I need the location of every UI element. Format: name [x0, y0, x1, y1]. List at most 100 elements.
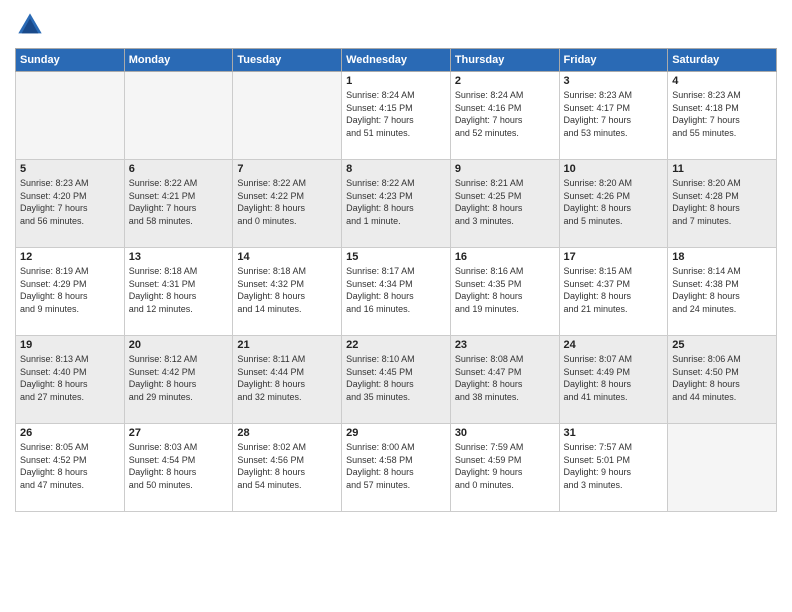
day-number: 27: [129, 427, 229, 439]
page-header: [15, 10, 777, 40]
day-info: Sunrise: 7:57 AM Sunset: 5:01 PM Dayligh…: [564, 441, 664, 491]
day-number: 16: [455, 251, 555, 263]
calendar-header-row: SundayMondayTuesdayWednesdayThursdayFrid…: [16, 49, 777, 72]
calendar-cell: 10 Sunrise: 8:20 AM Sunset: 4:26 PM Dayli…: [559, 160, 668, 248]
calendar-cell: 12 Sunrise: 8:19 AM Sunset: 4:29 PM Dayli…: [16, 248, 125, 336]
day-info: Sunrise: 8:20 AM Sunset: 4:26 PM Dayligh…: [564, 177, 664, 227]
page-container: SundayMondayTuesdayWednesdayThursdayFrid…: [0, 0, 792, 612]
day-number: 12: [20, 251, 120, 263]
day-number: 17: [564, 251, 664, 263]
weekday-header: Saturday: [668, 49, 777, 72]
day-info: Sunrise: 8:18 AM Sunset: 4:31 PM Dayligh…: [129, 265, 229, 315]
calendar-cell: 24Sunrise: 8:07 AM Sunset: 4:49 PM Dayli…: [559, 336, 668, 424]
day-info: Sunrise: 8:03 AM Sunset: 4:54 PM Dayligh…: [129, 441, 229, 491]
calendar-cell: 27 Sunrise: 8:03 AM Sunset: 4:54 PM Dayli…: [124, 424, 233, 512]
calendar-cell: 17 Sunrise: 8:15 AM Sunset: 4:37 PM Dayli…: [559, 248, 668, 336]
calendar-cell: 3 Sunrise: 8:23 AM Sunset: 4:17 PM Daylig…: [559, 72, 668, 160]
day-info: Sunrise: 8:23 AM Sunset: 4:20 PM Dayligh…: [20, 177, 120, 227]
day-number: 18: [672, 251, 772, 263]
calendar-cell: 9 Sunrise: 8:21 AM Sunset: 4:25 PM Daylig…: [450, 160, 559, 248]
day-info: Sunrise: 8:22 AM Sunset: 4:22 PM Dayligh…: [237, 177, 337, 227]
day-number: 25: [672, 339, 772, 351]
calendar-cell: 21 Sunrise: 8:11 AM Sunset: 4:44 PM Dayli…: [233, 336, 342, 424]
calendar-cell: 20Sunrise: 8:12 AM Sunset: 4:42 PM Dayli…: [124, 336, 233, 424]
day-number: 31: [564, 427, 664, 439]
day-number: 30: [455, 427, 555, 439]
calendar-week-row: 5 Sunrise: 8:23 AM Sunset: 4:20 PM Daylig…: [16, 160, 777, 248]
day-info: Sunrise: 8:17 AM Sunset: 4:34 PM Dayligh…: [346, 265, 446, 315]
calendar-cell: 22 Sunrise: 8:10 AM Sunset: 4:45 PM Dayli…: [342, 336, 451, 424]
weekday-header: Sunday: [16, 49, 125, 72]
calendar-cell: 6 Sunrise: 8:22 AM Sunset: 4:21 PM Daylig…: [124, 160, 233, 248]
day-info: Sunrise: 8:19 AM Sunset: 4:29 PM Dayligh…: [20, 265, 120, 315]
calendar-cell: 31 Sunrise: 7:57 AM Sunset: 5:01 PM Dayli…: [559, 424, 668, 512]
weekday-header: Friday: [559, 49, 668, 72]
day-number: 22: [346, 339, 446, 351]
day-info: Sunrise: 8:21 AM Sunset: 4:25 PM Dayligh…: [455, 177, 555, 227]
calendar-week-row: 19 Sunrise: 8:13 AM Sunset: 4:40 PM Dayli…: [16, 336, 777, 424]
day-number: 24: [564, 339, 664, 351]
calendar-week-row: 1 Sunrise: 8:24 AM Sunset: 4:15 PM Daylig…: [16, 72, 777, 160]
calendar-table: SundayMondayTuesdayWednesdayThursdayFrid…: [15, 48, 777, 512]
day-info: Sunrise: 8:24 AM Sunset: 4:15 PM Dayligh…: [346, 89, 446, 139]
calendar-cell: 25 Sunrise: 8:06 AM Sunset: 4:50 PM Dayli…: [668, 336, 777, 424]
day-info: Sunrise: 8:10 AM Sunset: 4:45 PM Dayligh…: [346, 353, 446, 403]
day-number: 10: [564, 163, 664, 175]
day-info: Sunrise: 8:16 AM Sunset: 4:35 PM Dayligh…: [455, 265, 555, 315]
day-info: Sunrise: 8:22 AM Sunset: 4:21 PM Dayligh…: [129, 177, 229, 227]
calendar-cell: 19 Sunrise: 8:13 AM Sunset: 4:40 PM Dayli…: [16, 336, 125, 424]
day-number: 23: [455, 339, 555, 351]
day-number: 4: [672, 75, 772, 87]
day-info: Sunrise: 8:24 AM Sunset: 4:16 PM Dayligh…: [455, 89, 555, 139]
calendar-cell: [233, 72, 342, 160]
calendar-cell: 14Sunrise: 8:18 AM Sunset: 4:32 PM Dayli…: [233, 248, 342, 336]
day-info: Sunrise: 8:12 AM Sunset: 4:42 PM Dayligh…: [129, 353, 229, 403]
calendar-cell: 26 Sunrise: 8:05 AM Sunset: 4:52 PM Dayli…: [16, 424, 125, 512]
calendar-cell: 18 Sunrise: 8:14 AM Sunset: 4:38 PM Dayli…: [668, 248, 777, 336]
day-number: 7: [237, 163, 337, 175]
calendar-cell: 16 Sunrise: 8:16 AM Sunset: 4:35 PM Dayli…: [450, 248, 559, 336]
day-number: 26: [20, 427, 120, 439]
calendar-cell: 28Sunrise: 8:02 AM Sunset: 4:56 PM Dayli…: [233, 424, 342, 512]
day-number: 9: [455, 163, 555, 175]
day-number: 5: [20, 163, 120, 175]
weekday-header: Thursday: [450, 49, 559, 72]
weekday-header: Tuesday: [233, 49, 342, 72]
day-number: 28: [237, 427, 337, 439]
day-number: 19: [20, 339, 120, 351]
day-number: 6: [129, 163, 229, 175]
calendar-cell: 5 Sunrise: 8:23 AM Sunset: 4:20 PM Daylig…: [16, 160, 125, 248]
calendar-cell: 15Sunrise: 8:17 AM Sunset: 4:34 PM Dayli…: [342, 248, 451, 336]
day-info: Sunrise: 8:11 AM Sunset: 4:44 PM Dayligh…: [237, 353, 337, 403]
calendar-cell: 23Sunrise: 8:08 AM Sunset: 4:47 PM Dayli…: [450, 336, 559, 424]
calendar-cell: 13 Sunrise: 8:18 AM Sunset: 4:31 PM Dayli…: [124, 248, 233, 336]
weekday-header: Wednesday: [342, 49, 451, 72]
calendar-cell: [16, 72, 125, 160]
day-info: Sunrise: 8:15 AM Sunset: 4:37 PM Dayligh…: [564, 265, 664, 315]
day-number: 13: [129, 251, 229, 263]
calendar-cell: [668, 424, 777, 512]
calendar-cell: 4 Sunrise: 8:23 AM Sunset: 4:18 PM Daylig…: [668, 72, 777, 160]
calendar-cell: 1 Sunrise: 8:24 AM Sunset: 4:15 PM Daylig…: [342, 72, 451, 160]
day-number: 29: [346, 427, 446, 439]
day-number: 14: [237, 251, 337, 263]
calendar-week-row: 26 Sunrise: 8:05 AM Sunset: 4:52 PM Dayli…: [16, 424, 777, 512]
day-number: 1: [346, 75, 446, 87]
day-info: Sunrise: 8:06 AM Sunset: 4:50 PM Dayligh…: [672, 353, 772, 403]
day-number: 21: [237, 339, 337, 351]
logo: [15, 10, 49, 40]
weekday-header: Monday: [124, 49, 233, 72]
day-info: Sunrise: 8:14 AM Sunset: 4:38 PM Dayligh…: [672, 265, 772, 315]
logo-icon: [15, 10, 45, 40]
day-number: 3: [564, 75, 664, 87]
calendar-cell: 2Sunrise: 8:24 AM Sunset: 4:16 PM Daylig…: [450, 72, 559, 160]
day-info: Sunrise: 8:23 AM Sunset: 4:17 PM Dayligh…: [564, 89, 664, 139]
calendar-cell: [124, 72, 233, 160]
calendar-cell: 30Sunrise: 7:59 AM Sunset: 4:59 PM Dayli…: [450, 424, 559, 512]
calendar-cell: 29Sunrise: 8:00 AM Sunset: 4:58 PM Dayli…: [342, 424, 451, 512]
day-info: Sunrise: 8:20 AM Sunset: 4:28 PM Dayligh…: [672, 177, 772, 227]
day-info: Sunrise: 8:05 AM Sunset: 4:52 PM Dayligh…: [20, 441, 120, 491]
day-number: 8: [346, 163, 446, 175]
day-info: Sunrise: 8:13 AM Sunset: 4:40 PM Dayligh…: [20, 353, 120, 403]
day-info: Sunrise: 8:23 AM Sunset: 4:18 PM Dayligh…: [672, 89, 772, 139]
